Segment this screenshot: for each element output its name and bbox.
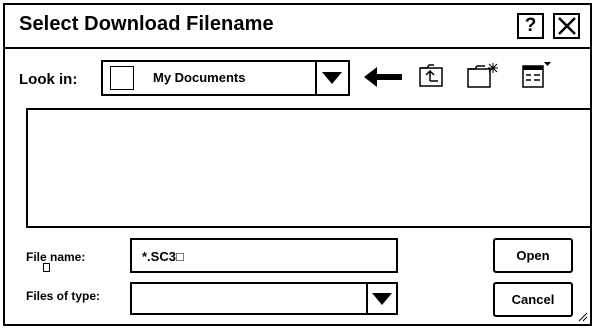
file-name-value: *.SC3□	[142, 249, 184, 264]
files-of-type-dropdown[interactable]	[130, 282, 398, 315]
help-button[interactable]: ?	[517, 13, 544, 39]
close-icon	[557, 17, 576, 35]
title-bar: Select Download Filename ?	[5, 5, 590, 49]
chevron-down-icon	[322, 72, 342, 84]
dialog-title: Select Download Filename	[19, 13, 274, 35]
chevron-down-icon	[372, 293, 392, 305]
files-of-type-dropdown-button[interactable]	[366, 284, 396, 313]
files-of-type-label: Files of type:	[26, 289, 101, 303]
cancel-button[interactable]: Cancel	[493, 282, 573, 317]
folder-icon	[110, 66, 134, 90]
look-in-dropdown-button[interactable]	[315, 62, 348, 94]
resize-grip-icon[interactable]	[576, 310, 588, 322]
back-arrow-icon[interactable]	[364, 65, 404, 89]
look-in-value: My Documents	[153, 70, 246, 85]
look-in-dropdown[interactable]: My Documents	[101, 60, 350, 96]
close-button[interactable]	[553, 13, 580, 39]
create-new-folder-icon[interactable]	[467, 61, 501, 89]
text-cursor-icon	[43, 263, 50, 272]
file-name-input[interactable]: *.SC3□	[130, 238, 398, 273]
view-menu-icon[interactable]	[522, 61, 552, 89]
up-one-level-icon[interactable]	[419, 62, 445, 88]
look-in-label: Look in:	[19, 71, 78, 88]
file-list[interactable]	[26, 108, 592, 228]
download-filename-dialog: Select Download Filename ? Look in: My D…	[3, 3, 592, 326]
open-button[interactable]: Open	[493, 238, 573, 273]
file-name-label: File name:	[26, 250, 86, 264]
